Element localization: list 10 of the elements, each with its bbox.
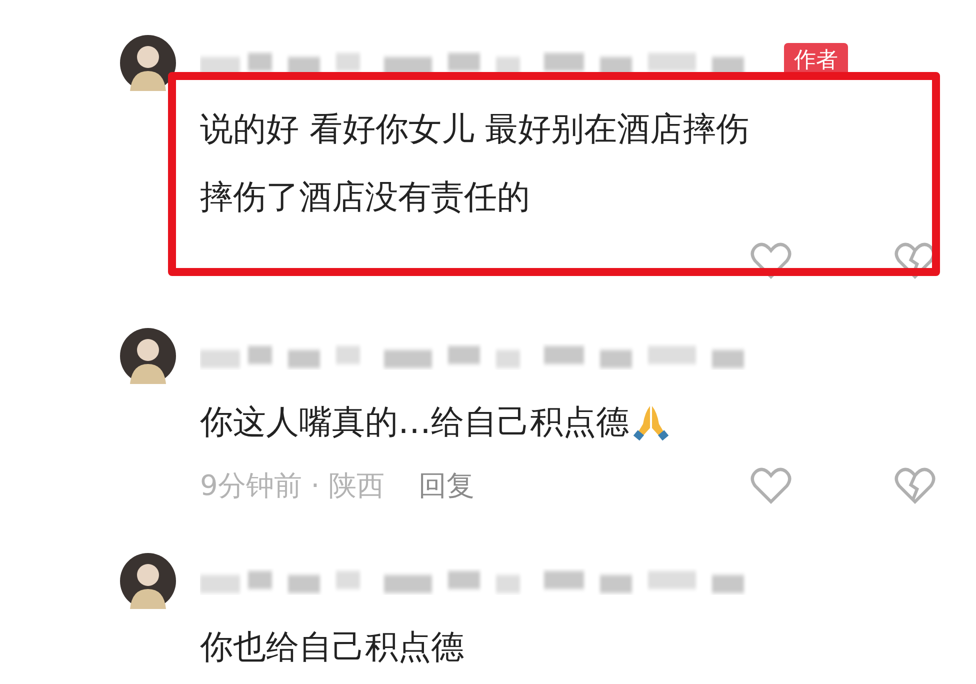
heart-icon[interactable] — [750, 242, 792, 280]
comment-text: 你也给自己积点德 — [200, 626, 464, 668]
avatar-icon[interactable] — [120, 35, 176, 91]
avatar-icon[interactable] — [120, 328, 176, 384]
comment-meta: 9分钟前 · 陕西 — [200, 468, 385, 504]
comment-text: 说的好 看好你女儿 最好别在酒店摔伤 — [200, 108, 749, 150]
comment-text: 摔伤了酒店没有责任的 — [200, 176, 530, 218]
avatar-icon[interactable] — [120, 553, 176, 609]
reply-link[interactable]: 回复 — [418, 467, 475, 505]
comment-text: 你这人嘴真的…给自己积点德 — [200, 400, 629, 442]
